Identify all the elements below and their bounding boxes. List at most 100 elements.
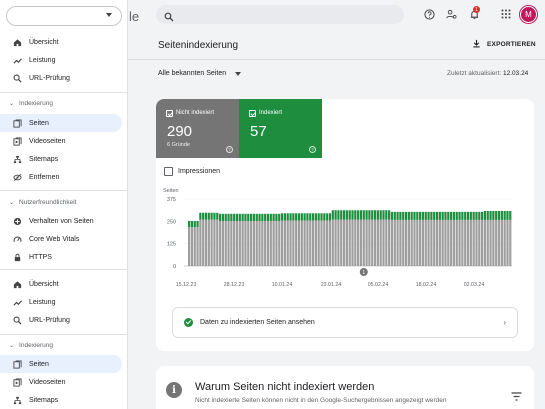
bar-indexed: [272, 213, 275, 221]
bar-indexed: [309, 213, 312, 221]
bar-not-indexed: [311, 220, 315, 266]
bar-indexed: [368, 210, 371, 220]
bar-not-indexed: [323, 220, 326, 266]
bar-not-indexed: [444, 219, 447, 266]
filter-icon[interactable]: [511, 388, 522, 406]
chevron-down-icon: ⌄: [9, 199, 15, 206]
bar-indexed: [388, 210, 391, 220]
bar-not-indexed: [196, 227, 199, 266]
bar-not-indexed: [419, 219, 422, 266]
bar-not-indexed: [286, 220, 289, 266]
help-icon[interactable]: ?: [309, 146, 316, 153]
manage-users-icon[interactable]: [445, 8, 457, 20]
sidebar-item-sitemaps[interactable]: Sitemaps: [0, 150, 122, 168]
sidebar-item-video-pages[interactable]: Videoseiten: [0, 373, 122, 391]
bar-indexed: [371, 210, 374, 220]
bar-indexed: [435, 211, 439, 220]
sidebar-item-label: Leistung: [29, 56, 56, 64]
checkbox-unchecked-icon: [164, 167, 173, 176]
pages-icon: [12, 118, 22, 128]
sitemaps-icon: [12, 154, 22, 164]
sidebar-item-label: Verhalten von Seiten: [29, 217, 94, 225]
bar-indexed: [430, 211, 433, 220]
bar-not-indexed: [233, 220, 236, 266]
sidebar-item-page-experience[interactable]: Verhalten von Seiten: [0, 212, 122, 230]
sidebar-item-pages[interactable]: Seiten: [0, 114, 122, 132]
bar-indexed: [396, 211, 399, 220]
sidebar-section-experience[interactable]: ⌄ Nutzerfreundlichkeit: [0, 195, 76, 209]
export-label: EXPORTIEREN: [487, 41, 536, 48]
sidebar-item-overview[interactable]: Übersicht: [0, 33, 122, 51]
view-indexed-pages-link[interactable]: Daten zu indexierten Seiten ansehen ›: [172, 307, 518, 338]
property-selector[interactable]: [6, 6, 122, 26]
y-tick-label: 250: [167, 219, 176, 225]
help-icon[interactable]: [423, 8, 435, 20]
bar-not-indexed: [430, 219, 433, 266]
notification-badge: 1: [473, 6, 480, 13]
avatar[interactable]: M: [520, 6, 537, 23]
indexed-tile[interactable]: Indexiert 57 ?: [239, 99, 322, 158]
bar-indexed: [385, 210, 388, 220]
bar-not-indexed: [421, 219, 425, 266]
not-indexed-tile[interactable]: Nicht indexiert 290 6 Gründe ?: [156, 99, 239, 158]
bar-not-indexed: [292, 220, 295, 266]
chevron-down-icon: ⌄: [9, 100, 15, 107]
bar-indexed: [492, 210, 495, 220]
bar-indexed: [235, 213, 239, 221]
bar-indexed: [402, 211, 405, 220]
bar-not-indexed: [483, 219, 487, 266]
help-icon[interactable]: ?: [226, 146, 233, 153]
sidebar-item-pages[interactable]: Seiten: [0, 355, 122, 373]
section-label: Nutzerfreundlichkeit: [19, 198, 77, 206]
bar-indexed: [306, 213, 309, 221]
sidebar-item-sitemaps[interactable]: Sitemaps: [0, 391, 122, 409]
sidebar-section-indexing[interactable]: ⌄ Indexierung: [0, 96, 53, 110]
bar-indexed: [444, 211, 447, 220]
bar-indexed: [193, 220, 196, 228]
bar-not-indexed: [388, 219, 391, 266]
bar-indexed: [433, 211, 436, 220]
bar-not-indexed: [213, 219, 216, 266]
bar-indexed: [509, 210, 512, 220]
chevron-right-icon: ›: [503, 318, 506, 327]
sidebar-item-performance[interactable]: Leistung: [0, 51, 122, 69]
last-updated-label: Zuletzt aktualisiert:: [447, 70, 502, 77]
sidebar-item-url-inspection[interactable]: URL-Prüfung: [0, 311, 122, 329]
bar-indexed: [450, 211, 453, 220]
bar-not-indexed: [238, 220, 241, 266]
indexing-chart-card: Nicht indexiert 290 6 Gründe ? Indexiert…: [156, 99, 534, 351]
sitemaps-icon: [12, 395, 22, 405]
bar-not-indexed: [506, 219, 509, 266]
sidebar-item-url-inspection[interactable]: URL-Prüfung: [0, 69, 122, 87]
sidebar-item-overview[interactable]: Übersicht: [0, 275, 122, 293]
bar-not-indexed: [303, 220, 306, 266]
bar-not-indexed: [475, 219, 478, 266]
bar-indexed: [506, 210, 509, 220]
speed-icon: [12, 234, 22, 244]
search-input[interactable]: [156, 5, 404, 24]
sidebar-item-performance[interactable]: Leistung: [0, 293, 122, 311]
bar-not-indexed: [280, 220, 284, 266]
sidebar-item-core-web-vitals[interactable]: Core Web Vitals: [0, 230, 122, 248]
bar-not-indexed: [427, 219, 430, 266]
sidebar-item-video-pages[interactable]: Videoseiten: [0, 132, 122, 150]
bar-indexed: [441, 211, 444, 220]
apps-grid-icon[interactable]: [500, 8, 512, 20]
bar-indexed: [311, 213, 315, 221]
sidebar-item-removals[interactable]: Entfernen: [0, 168, 122, 186]
bar-not-indexed: [503, 219, 506, 266]
bar-not-indexed: [447, 219, 450, 266]
impressions-checkbox[interactable]: Impressionen: [164, 167, 220, 176]
bar-not-indexed: [202, 219, 205, 266]
bar-not-indexed: [385, 219, 388, 266]
bar-indexed: [286, 213, 289, 221]
export-button[interactable]: EXPORTIEREN: [472, 39, 536, 50]
bar-indexed: [210, 212, 213, 220]
bar-not-indexed: [495, 219, 498, 266]
sidebar-item-https[interactable]: HTTPS: [0, 248, 122, 266]
pages-filter-dropdown[interactable]: Alle bekannten Seiten: [158, 70, 242, 77]
bar-not-indexed: [509, 219, 512, 266]
bar-indexed: [292, 213, 295, 221]
sidebar-section-indexing[interactable]: ⌄ Indexierung: [0, 338, 53, 352]
check-circle-icon: [184, 318, 193, 327]
